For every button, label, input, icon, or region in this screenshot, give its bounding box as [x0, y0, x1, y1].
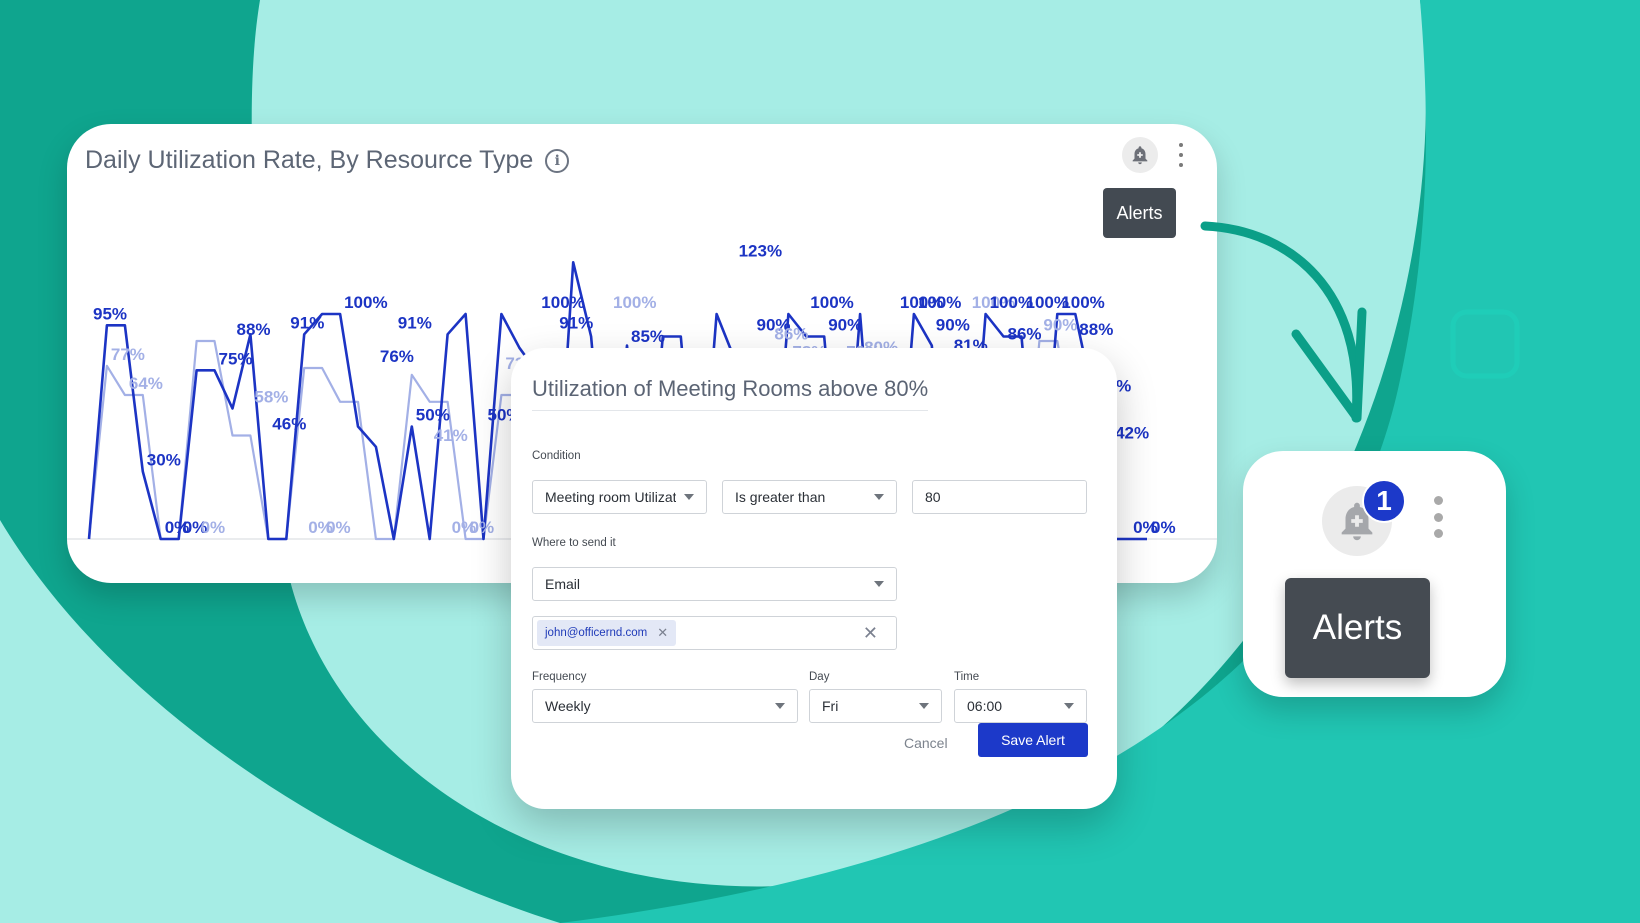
- data-label: 88%: [237, 320, 271, 339]
- data-label: 64%: [129, 374, 163, 393]
- data-label: 100%: [541, 293, 584, 312]
- time-select[interactable]: 06:00: [954, 689, 1087, 723]
- add-alert-button[interactable]: [1122, 137, 1158, 173]
- channel-value: Email: [545, 576, 581, 592]
- alert-dialog: Utilization of Meeting Rooms above 80% C…: [511, 348, 1117, 809]
- data-label: 50%: [416, 406, 450, 425]
- chevron-down-icon: [919, 703, 929, 709]
- data-label: 123%: [739, 241, 782, 260]
- chart-title-text: Daily Utilization Rate, By Resource Type: [85, 146, 534, 174]
- close-icon[interactable]: ✕: [657, 625, 668, 641]
- day-value: Fri: [822, 698, 839, 714]
- data-label: 90%: [1043, 316, 1077, 335]
- data-label: 0%: [201, 518, 226, 537]
- data-label: 42%: [1115, 424, 1149, 443]
- chevron-down-icon: [1064, 703, 1074, 709]
- frequency-select[interactable]: Weekly: [532, 689, 798, 723]
- data-label: 30%: [147, 451, 181, 470]
- operator-value: Is greater than: [735, 489, 826, 505]
- data-label: 100%: [344, 293, 387, 312]
- data-label: 100%: [1061, 293, 1104, 312]
- chart-title: Daily Utilization Rate, By Resource Type…: [85, 146, 570, 175]
- data-label: 90%: [828, 316, 862, 335]
- day-select[interactable]: Fri: [809, 689, 942, 723]
- threshold-value: 80: [925, 489, 941, 505]
- data-label: 0%: [1151, 518, 1176, 537]
- data-label: 88%: [1079, 320, 1113, 339]
- chevron-down-icon: [874, 494, 884, 500]
- operator-select[interactable]: Is greater than: [722, 480, 897, 514]
- chevron-down-icon: [874, 581, 884, 587]
- kebab-menu-icon[interactable]: [1431, 496, 1445, 538]
- info-icon[interactable]: i: [545, 148, 570, 173]
- data-label: 41%: [434, 426, 468, 445]
- data-label: 0%: [326, 518, 351, 537]
- dialog-title: Utilization of Meeting Rooms above 80%: [532, 376, 929, 411]
- frequency-value: Weekly: [545, 698, 591, 714]
- alerts-tooltip: Alerts: [1103, 188, 1176, 238]
- bell-plus-icon: [1132, 146, 1148, 165]
- close-icon[interactable]: ✕: [863, 623, 878, 644]
- data-label: 77%: [111, 345, 145, 364]
- save-alert-button[interactable]: Save Alert: [978, 723, 1088, 757]
- kebab-menu-icon[interactable]: [1175, 140, 1187, 170]
- frequency-label: Frequency: [532, 671, 587, 683]
- recipient-email: john@officernd.com: [545, 627, 648, 639]
- data-label: 76%: [380, 347, 414, 366]
- alerts-tooltip: Alerts: [1285, 578, 1430, 678]
- metric-value: Meeting room Utilization: [545, 489, 676, 505]
- data-label: 86%: [774, 325, 808, 344]
- metric-select[interactable]: Meeting room Utilization: [532, 480, 707, 514]
- data-label: 86%: [1008, 325, 1042, 344]
- send-label: Where to send it: [532, 537, 616, 549]
- data-label: 0%: [470, 518, 495, 537]
- data-label: 100%: [918, 293, 961, 312]
- data-label: 46%: [272, 415, 306, 434]
- data-label: 75%: [219, 349, 253, 368]
- channel-select[interactable]: Email: [532, 567, 897, 601]
- cancel-button[interactable]: Cancel: [904, 735, 948, 751]
- chevron-down-icon: [684, 494, 694, 500]
- time-value: 06:00: [967, 698, 1003, 714]
- data-label: 91%: [559, 313, 593, 332]
- notification-badge: 1: [1362, 479, 1406, 523]
- data-label: 100%: [613, 293, 656, 312]
- data-label: 85%: [631, 327, 665, 346]
- chevron-down-icon: [775, 703, 785, 709]
- condition-label: Condition: [532, 450, 581, 462]
- data-label: 100%: [810, 293, 853, 312]
- threshold-input[interactable]: 80: [912, 480, 1087, 514]
- recipients-input[interactable]: john@officernd.com ✕ ✕: [532, 616, 897, 650]
- data-label: 90%: [936, 316, 970, 335]
- data-label: 91%: [398, 313, 432, 332]
- data-label: 91%: [290, 313, 324, 332]
- alert-zoom-card: 1 Alerts: [1243, 451, 1506, 697]
- time-label: Time: [954, 671, 980, 683]
- recipient-chip: john@officernd.com ✕: [537, 620, 677, 646]
- data-label: 58%: [254, 388, 288, 407]
- data-label: 95%: [93, 304, 127, 323]
- day-label: Day: [809, 671, 830, 683]
